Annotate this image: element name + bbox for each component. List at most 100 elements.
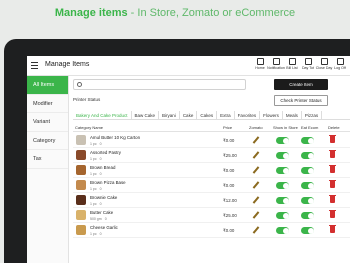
item-table: Amul Butter 10 Kg Carton 1 pc 0 ₹0.00 Assort… [73,133,350,238]
item-stock: 0 [99,187,102,191]
ecom-toggle[interactable] [301,182,314,189]
day-tot-label: Day Tot [301,66,315,70]
item-price: ₹12.00 [223,198,237,203]
item-unit: 1 pc 0 [90,142,102,146]
ecom-toggle[interactable] [301,227,314,234]
category-tabs: Bakery And Cake Product Baw Cake Biryani… [73,111,350,120]
day-tot-button[interactable]: Day Tot [300,58,316,70]
show-in-store-toggle[interactable] [276,227,289,234]
edit-pencil-icon[interactable] [252,136,260,144]
tab-bakery[interactable]: Bakery And Cake Product [73,111,132,119]
create-item-button[interactable]: Create Item [274,79,328,90]
item-price: ₹0.00 [223,183,235,188]
table-row[interactable]: Brownie Cake 1 pc 0 ₹12.00 [73,193,350,208]
topbar-actions: Home Notification Bill List Day Tot Clos… [252,58,348,70]
check-printer-status-button[interactable]: Check Printer Status [274,95,328,106]
close-day-button[interactable]: Close Day [316,58,332,70]
log-off-label: Log Off [334,66,346,70]
table-row[interactable]: Butter Cake 500 gm 0 ₹25.00 [73,208,350,223]
show-in-store-toggle[interactable] [276,137,289,144]
ecom-toggle[interactable] [301,152,314,159]
tab-pizzas[interactable]: Pizzas [302,111,323,119]
show-in-store-toggle[interactable] [276,197,289,204]
edit-pencil-icon[interactable] [252,151,260,159]
table-row[interactable]: Brown Pizza Base 1 pc 0 ₹0.00 [73,178,350,193]
show-in-store-toggle[interactable] [276,182,289,189]
edit-pencil-icon[interactable] [252,166,260,174]
table-row[interactable]: Amul Butter 10 Kg Carton 1 pc 0 ₹0.00 [73,133,350,148]
ecom-toggle[interactable] [301,137,314,144]
table-row[interactable]: Cheese Garlic 1 pc 0 ₹0.00 [73,223,350,238]
delete-trash-icon[interactable] [329,135,336,143]
edit-pencil-icon[interactable] [252,196,260,204]
item-price: ₹0.00 [223,228,235,233]
edit-pencil-icon[interactable] [252,181,260,189]
app-screen: Manage Items Home Notification Bill List… [27,56,350,263]
delete-trash-icon[interactable] [329,225,336,233]
item-price: ₹0.00 [223,168,235,173]
header-delete: Delete [328,125,340,130]
tab-cake[interactable]: Cake [180,111,198,119]
sidebar-item-variant[interactable]: Variant [27,113,68,132]
top-bar: Manage Items Home Notification Bill List… [27,56,350,76]
header-zomato: Zomato [249,125,263,130]
item-unit: 1 pc 0 [90,157,102,161]
item-thumbnail [76,195,86,205]
home-button[interactable]: Home [252,58,268,70]
item-unit: 500 gm 0 [90,217,107,221]
banner-subtitle: - In Store, Zomato or eCommerce [127,7,296,19]
item-name: Brownie Cake [90,195,118,200]
tab-meals[interactable]: Meals [283,111,302,119]
item-thumbnail [76,180,86,190]
show-in-store-toggle[interactable] [276,152,289,159]
item-price: ₹0.00 [223,138,235,143]
delete-trash-icon[interactable] [329,150,336,158]
item-unit-value: 1 pc [90,142,97,146]
tab-flowers[interactable]: Flowers [260,111,283,119]
table-row[interactable]: Assorted Pastry 1 pc 0 ₹25.00 [73,148,350,163]
bill-list-button[interactable]: Bill List [284,58,300,70]
item-unit: 1 pc 0 [90,232,102,236]
show-in-store-toggle[interactable] [276,167,289,174]
item-unit-value: 1 pc [90,157,97,161]
item-name: Brown Pizza Base [90,180,126,185]
sidebar-item-tax[interactable]: Tax [27,150,68,169]
tab-baw-cake[interactable]: Baw Cake [132,111,160,119]
chart-icon [304,58,312,65]
bell-icon [272,58,280,65]
item-name: Cheese Garlic [90,225,118,230]
delete-trash-icon[interactable] [329,165,336,173]
header-category-name: Category Name [75,125,104,130]
item-unit: 1 pc 0 [90,172,102,176]
home-label: Home [255,66,265,70]
edit-pencil-icon[interactable] [252,226,260,234]
item-name: Butter Cake [90,210,114,215]
item-name: Amul Butter 10 Kg Carton [90,135,141,140]
sidebar-item-modifier[interactable]: Modifier [27,95,68,113]
tab-favorites[interactable]: Favorites [235,111,261,119]
delete-trash-icon[interactable] [329,180,336,188]
sidebar-item-category[interactable]: Category [27,132,68,150]
edit-pencil-icon[interactable] [252,211,260,219]
log-off-button[interactable]: Log Off [332,58,348,70]
ecom-toggle[interactable] [301,167,314,174]
tab-biryani[interactable]: Biryani [159,111,180,119]
bill-list-icon [288,58,296,65]
sidebar-item-all-items[interactable]: All Items [27,76,68,95]
tab-extra[interactable]: Extra [217,111,235,119]
close-day-icon [320,58,328,65]
tab-cakes[interactable]: Cakes [197,111,218,119]
show-in-store-toggle[interactable] [276,212,289,219]
ecom-toggle[interactable] [301,197,314,204]
item-thumbnail [76,225,86,235]
table-header: Category Name Price Zomato Show in Store… [73,123,350,132]
delete-trash-icon[interactable] [329,195,336,203]
menu-icon[interactable] [31,62,38,69]
close-day-label: Close Day [315,66,333,70]
notification-button[interactable]: Notification [267,58,285,70]
table-row[interactable]: Brown Bread 1 pc 0 ₹0.00 [73,163,350,178]
search-input[interactable] [73,79,246,90]
item-stock: 0 [99,232,102,236]
delete-trash-icon[interactable] [329,210,336,218]
ecom-toggle[interactable] [301,212,314,219]
